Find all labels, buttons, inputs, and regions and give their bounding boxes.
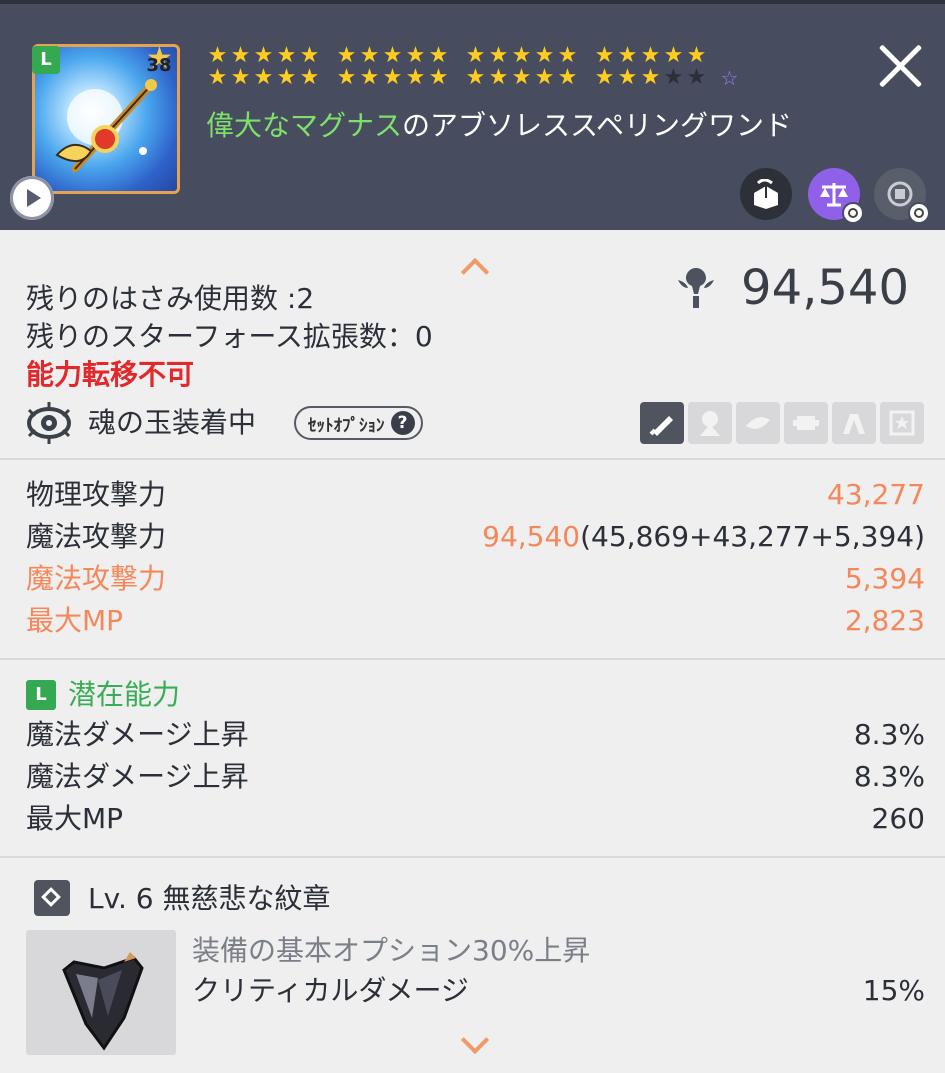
play-icon[interactable] — [10, 176, 54, 220]
level-badge: 38 — [146, 55, 172, 76]
emblem-stat-value: 15% — [862, 974, 925, 1007]
potential-line-value: 260 — [871, 802, 925, 835]
combat-power-value: 94,540 — [741, 260, 909, 316]
item-header: L ★ 38 ★ ★ ★ ★ ★ ★ ★ ★ ★ ★ ★ ★ ★ ★ ★ ★ ★ ★ ★ ★ ★ ★ ★ ★ ★ ★ ★ ★… — [0, 0, 945, 230]
emblem-image — [26, 930, 176, 1055]
soul-orb-icon — [27, 402, 71, 444]
set-option-label: ｾｯﾄｵﾌﾟｼｮﾝ — [308, 415, 385, 436]
set-slot-belt[interactable] — [736, 402, 780, 444]
set-slot-shoes[interactable] — [832, 402, 876, 444]
emblem-icon — [34, 880, 70, 916]
grade-badge: L — [32, 46, 60, 74]
stat-label: 最大MP — [26, 604, 124, 637]
stat-label: 魔法攻撃力 — [26, 520, 167, 553]
section-divider — [0, 458, 945, 460]
potential-line-label: 魔法ダメージ上昇 — [26, 760, 249, 793]
set-slot-emblem[interactable] — [880, 402, 924, 444]
section-divider — [0, 856, 945, 858]
starforce-expansion-count: 残りのスターフォース拡張数：0 — [26, 320, 433, 353]
help-icon: ? — [390, 411, 415, 435]
disabled-icon — [842, 202, 864, 224]
potential-line-label: 魔法ダメージ上昇 — [26, 718, 249, 751]
bonus-star-icon: ☆ — [720, 66, 739, 90]
set-slot-weapon[interactable] — [640, 402, 684, 444]
disabled-icon — [908, 202, 930, 224]
stat-value-composite: 94,540(45,869+43,277+5,394) — [482, 520, 925, 554]
scroll-up-icon[interactable] — [460, 257, 490, 287]
stat-value: 2,823 — [844, 604, 925, 637]
transfer-status: 能力転移不可 — [26, 358, 195, 391]
set-slot-gloves[interactable] — [784, 402, 828, 444]
set-slot-cape[interactable] — [688, 402, 732, 444]
soul-status: 魂の玉装着中 — [88, 406, 257, 439]
combat-power-icon — [678, 268, 714, 308]
stat-value-breakdown: (45,869+43,277+5,394) — [580, 520, 925, 553]
starforce-row-2: ★ ★ ★ ★ ★ ★ ★ ★ ★ ★ ★ ★ ★ ★ ★ ★ ★ ★ ★ ★ ☆ — [206, 66, 755, 90]
emblem-title: Lv. 6 無慈悲な紋章 — [88, 882, 331, 915]
stat-label: 魔法攻撃力 — [26, 562, 167, 595]
potential-line-value: 8.3% — [853, 718, 925, 751]
set-option-button[interactable]: ｾｯﾄｵﾌﾟｼｮﾝ ? — [294, 406, 423, 440]
cube-icon[interactable] — [874, 168, 930, 224]
share-icon[interactable] — [740, 168, 792, 220]
emblem-stat-label: クリティカルダメージ — [192, 974, 469, 1007]
stat-label: 物理攻撃力 — [26, 478, 167, 511]
item-tooltip-panel: L ★ 38 ★ ★ ★ ★ ★ ★ ★ ★ ★ ★ ★ ★ ★ ★ ★ ★ ★ ★ ★ ★ ★ ★ ★ ★ ★ ★ ★ ★… — [0, 0, 945, 1073]
item-name: 偉大なマグナスのアブソレススペリングワンド — [206, 109, 793, 142]
potential-grade-badge: L — [26, 680, 56, 710]
close-icon[interactable] — [874, 40, 926, 92]
potential-line-value: 8.3% — [853, 760, 925, 793]
potential-line-label: 最大MP — [26, 802, 124, 835]
potential-title: 潜在能力 — [68, 678, 181, 711]
scissors-count: 残りのはさみ使用数 :2 — [26, 282, 315, 315]
stat-value-total: 94,540 — [482, 520, 581, 553]
scale-icon[interactable] — [808, 168, 864, 224]
stat-value: 43,277 — [827, 478, 925, 511]
stat-value: 5,394 — [844, 562, 925, 595]
section-divider — [0, 658, 945, 660]
scroll-down-icon[interactable] — [460, 1025, 490, 1055]
emblem-description: 装備の基本オプション30%上昇 — [192, 934, 591, 967]
